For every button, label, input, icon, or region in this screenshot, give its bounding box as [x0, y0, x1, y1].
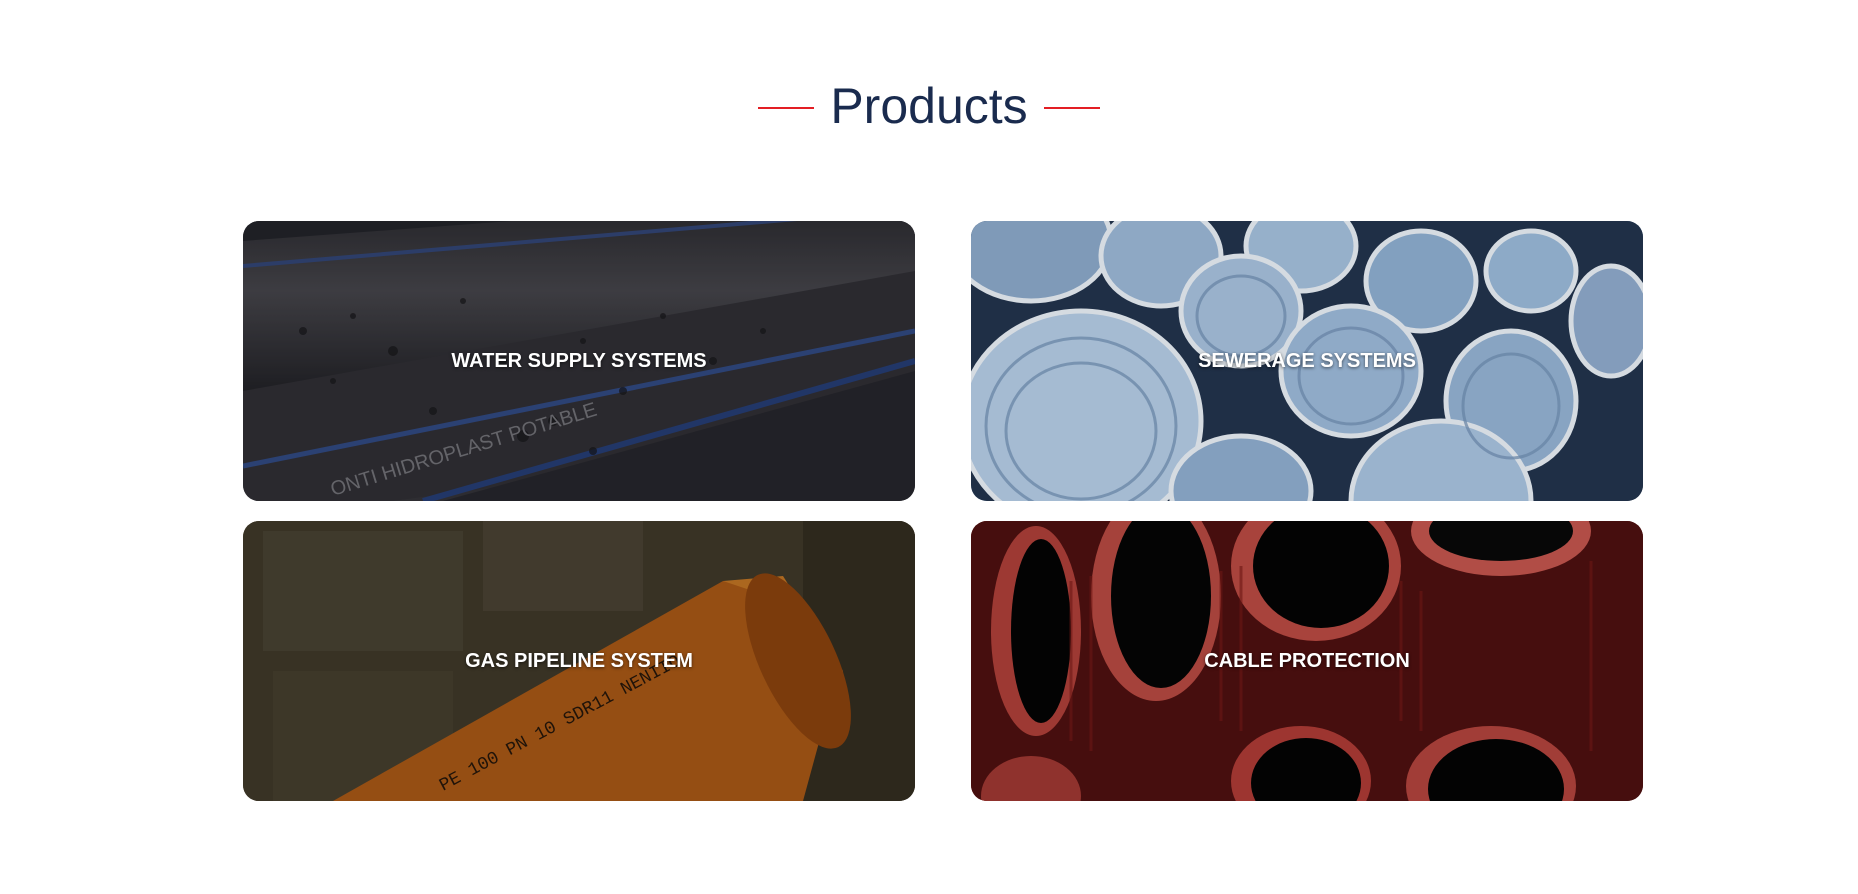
section-title: Products	[830, 78, 1028, 134]
product-label-sewerage: SEWERAGE SYSTEMS	[1198, 349, 1416, 372]
product-label-water-supply: WATER SUPPLY SYSTEMS	[451, 349, 707, 372]
product-card-gas-pipeline[interactable]: PE 100 PN 10 SDR11 NENIIO GAS PIPELINE S…	[243, 521, 915, 801]
product-card-sewerage[interactable]: SEWERAGE SYSTEMS	[971, 221, 1643, 501]
product-card-water-supply[interactable]: ONTI HIDROPLAST POTABLE WATER SUPPLY SYS…	[243, 221, 915, 501]
heading-right-line	[1043, 107, 1100, 109]
product-label-cable-protection: CABLE PROTECTION	[1204, 649, 1410, 672]
heading-left-line	[758, 107, 815, 109]
products-heading: Products	[0, 74, 1858, 138]
product-card-cable-protection[interactable]: CABLE PROTECTION	[971, 521, 1643, 801]
product-label-gas-pipeline: GAS PIPELINE SYSTEM	[465, 649, 693, 672]
